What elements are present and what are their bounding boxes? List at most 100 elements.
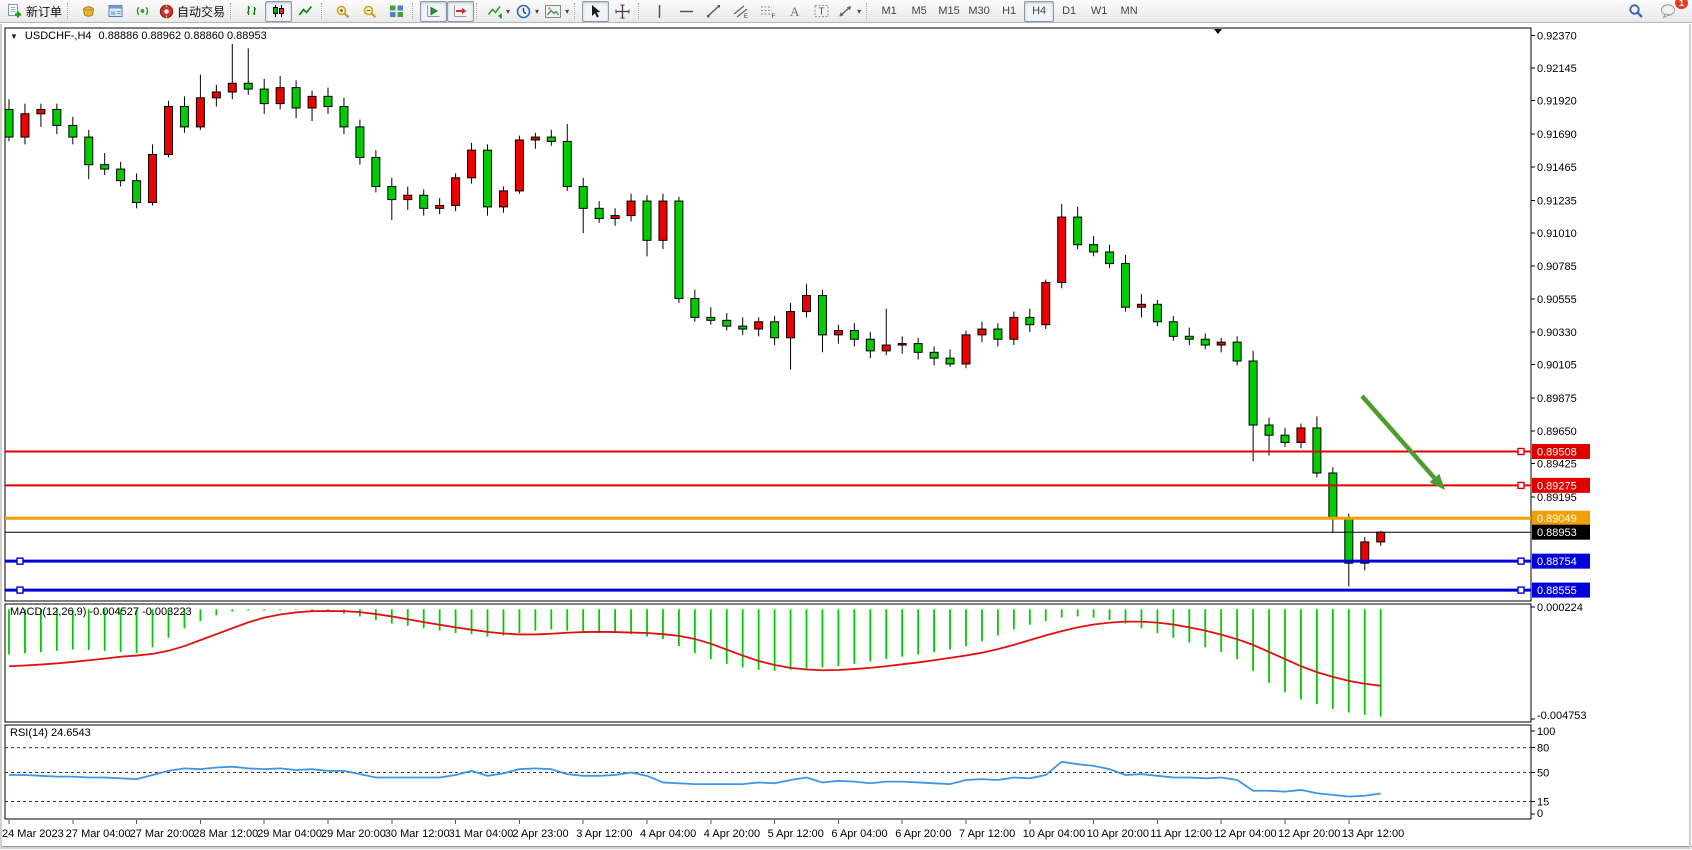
clock-icon [516,4,531,19]
svg-text:12 Apr 20:00: 12 Apr 20:00 [1278,828,1340,840]
chart-window: 0.923700.921450.919200.916900.914650.912… [0,0,1692,850]
templates-button[interactable]: ▾ [542,1,572,22]
svg-text:29 Mar 04:00: 29 Mar 04:00 [257,828,322,840]
date-axis[interactable]: 24 Mar 202327 Mar 04:0027 Mar 20:0028 Ma… [2,820,1404,840]
text-button[interactable]: A [781,1,808,22]
timeframe-button-mn[interactable]: MN [1114,1,1144,22]
timeframe-button-m1[interactable]: M1 [874,1,904,22]
timeframe-button-w1[interactable]: W1 [1084,1,1114,22]
fibonacci-button[interactable]: F [754,1,781,22]
auto-trading-button[interactable]: 自动交易 [156,1,228,22]
crosshair-button[interactable] [609,1,636,22]
svg-text:5 Apr 12:00: 5 Apr 12:00 [768,828,824,840]
search-button[interactable] [1622,1,1649,22]
candle-down [292,88,300,108]
candle-down [930,352,938,358]
candle-down [1122,264,1130,308]
candle-down [914,344,922,353]
candle-up [882,345,890,351]
indicators-button[interactable]: ▾ [484,1,513,22]
timeframe-button-h4[interactable]: H4 [1024,1,1054,22]
fibonacci-icon: F [760,4,776,19]
line-chart-button[interactable] [292,1,319,22]
svg-text:0: 0 [1537,808,1543,820]
candle-down [1153,304,1161,321]
svg-text:0.89195: 0.89195 [1537,492,1577,504]
zoom-out-icon [362,4,378,19]
svg-text:0.91465: 0.91465 [1537,162,1577,174]
candle-down [324,96,332,106]
vertical-line-button[interactable] [646,1,673,22]
candle-down [133,181,141,203]
candle-down [1090,245,1098,252]
candle-up [165,107,173,155]
candle-up [1042,283,1050,325]
candle-down [994,329,1002,339]
chart-shift-button[interactable] [447,1,474,22]
svg-text:0.89650: 0.89650 [1537,426,1577,438]
indicators-icon [487,4,502,19]
svg-text:F: F [771,14,775,19]
bar-chart-button[interactable] [238,1,265,22]
signals-button[interactable] [129,1,156,22]
shapes-icon [838,4,853,18]
tile-windows-icon [389,4,404,18]
candle-down [579,187,587,209]
ohlc-values: 0.88886 0.88962 0.88860 0.88953 [99,30,267,42]
svg-text:0.90785: 0.90785 [1537,261,1577,273]
svg-text:0.89049: 0.89049 [1537,513,1577,525]
notifications-button[interactable]: 1 [1655,1,1682,22]
candle-up [627,201,635,216]
horizontal-line-button[interactable] [673,1,700,22]
zoom-in-icon [335,4,351,19]
candle-up [452,178,460,206]
candle-down [1249,361,1257,425]
candle-down [707,317,715,320]
candle-up [149,155,157,203]
svg-text:-0.004753: -0.004753 [1537,710,1587,722]
timeframe-button-d1[interactable]: D1 [1054,1,1084,22]
zoom-in-button[interactable] [329,1,356,22]
text-icon: A [788,4,801,18]
shapes-button[interactable]: ▾ [835,1,864,22]
candle-down [101,165,109,169]
market-watch-button[interactable] [75,1,102,22]
trendline-button[interactable] [700,1,727,22]
data-window-button[interactable] [102,1,129,22]
toolbar-separator [476,3,482,19]
svg-text:0.88754: 0.88754 [1537,556,1577,568]
svg-text:0.91010: 0.91010 [1537,228,1577,240]
price-axis[interactable]: 0.923700.921450.919200.916900.914650.912… [1531,30,1577,504]
candle-up [1058,217,1066,282]
auto-scroll-button[interactable] [420,1,447,22]
cursor-button[interactable] [582,1,609,22]
new-order-button[interactable]: 新订单 [4,1,65,22]
candle-up [468,150,476,178]
timeframe-button-m30[interactable]: M30 [964,1,994,22]
candle-up [659,201,667,240]
candlestick-button[interactable] [265,1,292,22]
channel-button[interactable]: E [727,1,754,22]
candle-down [1265,425,1273,435]
candle-up [308,96,316,108]
svg-text:0.91690: 0.91690 [1537,129,1577,141]
candle-down [1169,322,1177,337]
periods-button[interactable]: ▾ [513,1,542,22]
svg-text:0.88555: 0.88555 [1537,585,1577,597]
template-icon [545,5,561,18]
candle-down [85,137,93,165]
timeframe-button-h1[interactable]: H1 [994,1,1024,22]
tile-windows-button[interactable] [383,1,410,22]
chart-canvas[interactable]: 0.923700.921450.919200.916900.914650.912… [0,0,1692,850]
text-label-button[interactable]: T [808,1,835,22]
timeframe-button-m5[interactable]: M5 [904,1,934,22]
zoom-out-button[interactable] [356,1,383,22]
collapse-panel-icon[interactable]: ▼ [10,32,18,41]
line-handle [17,558,23,564]
svg-text:4 Apr 20:00: 4 Apr 20:00 [704,828,760,840]
candle-down [69,125,77,137]
candle-down [1074,217,1082,245]
main-toolbar: 新订单自动交易▾▾▾EFAT▾M1M5M15M30H1H4D1W1MN 1 [0,0,1692,23]
chevron-down-icon: ▾ [565,7,569,16]
timeframe-button-m15[interactable]: M15 [934,1,964,22]
